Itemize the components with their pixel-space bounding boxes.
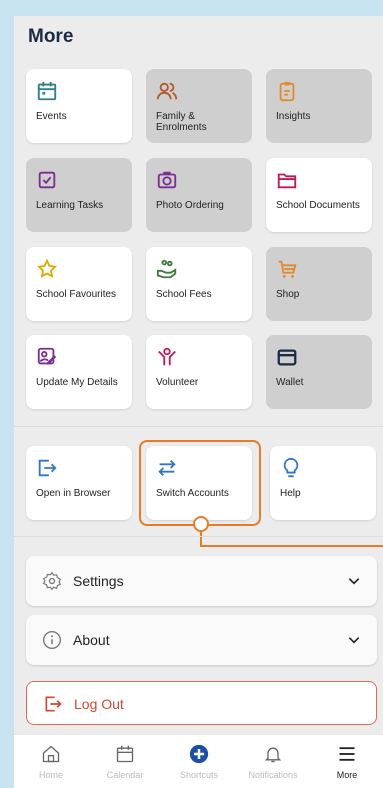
plus-circle-icon — [189, 744, 209, 764]
menu-icon — [339, 747, 355, 761]
bottom-navigation: Home Calendar Shortcuts Notifications Mo… — [14, 734, 383, 788]
nav-home[interactable]: Home — [14, 735, 88, 788]
settings-accordion[interactable]: Settings — [26, 556, 377, 606]
nav-label: Calendar — [106, 770, 144, 780]
about-label: About — [73, 632, 110, 648]
info-icon — [43, 631, 61, 649]
callout-connector — [200, 532, 383, 547]
section-divider — [14, 536, 383, 537]
nav-notifications[interactable]: Notifications — [236, 735, 310, 788]
nav-label: Notifications — [248, 770, 298, 780]
nav-label: Shortcuts — [179, 770, 219, 780]
nav-shortcuts[interactable]: Shortcuts — [162, 735, 236, 788]
nav-label: More — [336, 770, 358, 780]
callout-marker — [193, 516, 209, 532]
calendar-icon — [116, 745, 134, 763]
home-icon — [42, 745, 60, 763]
more-screen: More Events Family & Enrolments Insights… — [14, 16, 383, 788]
settings-label: Settings — [73, 573, 124, 589]
gear-icon — [42, 571, 62, 591]
nav-label: Home — [38, 770, 63, 780]
logout-button[interactable]: Log Out — [26, 681, 377, 725]
chevron-down-icon — [348, 637, 360, 644]
logout-label: Log Out — [74, 696, 124, 712]
bell-icon — [264, 747, 282, 763]
about-accordion[interactable]: About — [26, 615, 377, 665]
logout-icon — [45, 696, 62, 712]
chevron-down-icon — [348, 578, 360, 585]
nav-calendar[interactable]: Calendar — [88, 735, 162, 788]
nav-more[interactable]: More — [310, 735, 383, 788]
